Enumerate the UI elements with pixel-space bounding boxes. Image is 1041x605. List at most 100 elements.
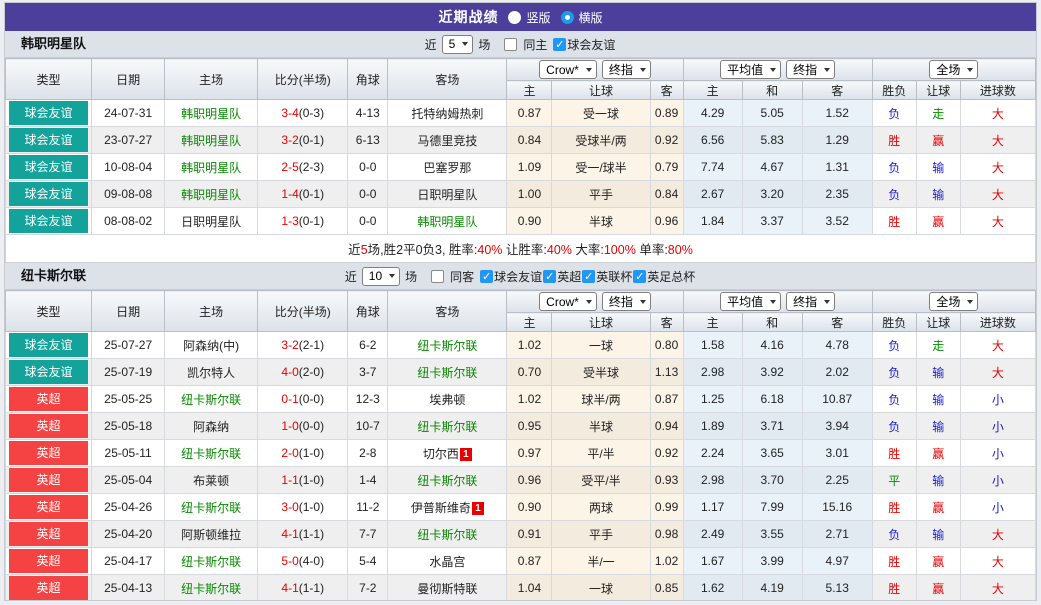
odds-away-cell: 0.98 (650, 521, 683, 548)
away-team-link[interactable]: 纽卡斯尔联 (417, 474, 477, 488)
odds-time-select[interactable]: 终指 (602, 60, 651, 79)
away-team-cell: 纽卡斯尔联 (388, 332, 507, 359)
filter-suffix: 场 (478, 36, 490, 53)
radio-horizontal-icon[interactable] (561, 11, 574, 24)
home-team-link[interactable]: 纽卡斯尔联 (181, 501, 241, 515)
recent-count-select[interactable]: 10 (362, 267, 400, 286)
away-team-link[interactable]: 纽卡斯尔联 (417, 528, 477, 542)
col-home: 主场 (165, 59, 258, 100)
away-team-link[interactable]: 日职明星队 (417, 188, 477, 202)
odds-source-select[interactable]: Crow* (539, 292, 597, 311)
home-team-link[interactable]: 阿森纳(中) (183, 339, 239, 353)
competition-checkbox[interactable]: ✓ (480, 270, 493, 283)
scope-select[interactable]: 全场 (929, 292, 978, 311)
avg-source-select[interactable]: 平均值 (720, 60, 781, 79)
away-team-link[interactable]: 曼彻斯特联 (417, 582, 477, 596)
odds-handicap-cell: 平手 (552, 521, 650, 548)
odds-home-cell: 0.84 (507, 127, 552, 154)
radio-vertical-label: 竖版 (526, 9, 550, 26)
away-team-link[interactable]: 纽卡斯尔联 (417, 339, 477, 353)
avg-draw-cell: 4.16 (742, 332, 802, 359)
away-team-link[interactable]: 托特纳姆热刺 (411, 107, 483, 121)
col-goals-result: 进球数 (960, 81, 1035, 100)
home-team-link[interactable]: 韩职明星队 (181, 161, 241, 175)
odds-home-cell: 0.90 (507, 208, 552, 235)
avg-source-select[interactable]: 平均值 (720, 292, 781, 311)
match-row: 球会友谊25-07-27阿森纳(中)3-2(2-1)6-2纽卡斯尔联1.02一球… (6, 332, 1036, 359)
same-away-checkbox[interactable] (431, 270, 444, 283)
home-team-cell: 纽卡斯尔联 (165, 575, 258, 602)
away-team-link[interactable]: 伊普斯维奇 (411, 501, 471, 515)
corner-cell: 11-2 (348, 494, 388, 521)
odds-time-select[interactable]: 终指 (602, 292, 651, 311)
away-team-link[interactable]: 水晶宫 (429, 555, 465, 569)
score-cell: 4-1(1-1) (258, 575, 348, 602)
away-team-link[interactable]: 纽卡斯尔联 (417, 366, 477, 380)
avg-away-cell: 2.71 (802, 521, 872, 548)
goals-result-cell: 大 (960, 548, 1035, 575)
away-team-cell: 日职明星队 (388, 181, 507, 208)
away-team-link[interactable]: 巴塞罗那 (423, 161, 471, 175)
home-team-link[interactable]: 韩职明星队 (181, 134, 241, 148)
home-team-link[interactable]: 纽卡斯尔联 (181, 582, 241, 596)
team2-name: 纽卡斯尔联 (21, 263, 86, 289)
home-team-cell: 纽卡斯尔联 (165, 386, 258, 413)
score-cell: 5-0(4-0) (258, 548, 348, 575)
home-team-cell: 纽卡斯尔联 (165, 440, 258, 467)
avg-away-cell: 4.97 (802, 548, 872, 575)
home-team-link[interactable]: 阿森纳 (193, 420, 229, 434)
col-corner: 角球 (348, 59, 388, 100)
scope-select[interactable]: 全场 (929, 60, 978, 79)
radio-vertical-icon[interactable] (508, 11, 521, 24)
handicap-result-cell: 输 (916, 386, 960, 413)
home-team-link[interactable]: 韩职明星队 (181, 107, 241, 121)
red-card-badge: 1 (472, 502, 484, 515)
handicap-result-cell: 输 (916, 359, 960, 386)
match-row: 英超25-05-18阿森纳1-0(0-0)10-7纽卡斯尔联0.95半球0.94… (6, 413, 1036, 440)
away-team-link[interactable]: 纽卡斯尔联 (417, 420, 477, 434)
result-cell: 胜 (872, 575, 916, 602)
layout-option-vertical[interactable]: 竖版 (508, 9, 550, 26)
competition-label: 球会友谊 (494, 268, 542, 285)
avg-draw-cell: 3.20 (742, 181, 802, 208)
home-team-cell: 凯尔特人 (165, 359, 258, 386)
col-home: 主场 (165, 291, 258, 332)
goals-result-cell: 小 (960, 440, 1035, 467)
col-avg-home: 主 (683, 81, 742, 100)
away-team-link[interactable]: 切尔西 (423, 447, 459, 461)
competition-checkbox[interactable]: ✓ (543, 270, 556, 283)
away-team-link[interactable]: 马德里竞技 (417, 134, 477, 148)
odds-handicap-cell: 半球 (552, 208, 650, 235)
home-team-link[interactable]: 布莱顿 (193, 474, 229, 488)
layout-option-horizontal[interactable]: 横版 (561, 9, 603, 26)
competition-checkbox[interactable]: ✓ (582, 270, 595, 283)
avg-time-select[interactable]: 终指 (786, 292, 835, 311)
odds-home-cell: 0.96 (507, 467, 552, 494)
avg-draw-cell: 4.19 (742, 575, 802, 602)
odds-away-cell: 0.92 (650, 127, 683, 154)
recent-count-select[interactable]: 5 (442, 35, 474, 54)
col-avg-draw: 和 (742, 313, 802, 332)
home-team-link[interactable]: 阿斯顿维拉 (181, 528, 241, 542)
home-team-link[interactable]: 纽卡斯尔联 (181, 555, 241, 569)
score-cell: 1-0(0-0) (258, 413, 348, 440)
home-team-link[interactable]: 纽卡斯尔联 (181, 447, 241, 461)
away-team-link[interactable]: 埃弗顿 (429, 393, 465, 407)
competition-checkbox[interactable]: ✓ (553, 38, 566, 51)
chevron-down-icon (824, 300, 830, 304)
chevron-down-icon (462, 42, 468, 46)
chevron-down-icon (640, 68, 646, 72)
result-cell: 负 (872, 521, 916, 548)
away-team-link[interactable]: 韩职明星队 (417, 215, 477, 229)
chevron-down-icon (770, 300, 776, 304)
same-home-checkbox[interactable] (504, 38, 517, 51)
home-team-link[interactable]: 韩职明星队 (181, 188, 241, 202)
competition-label: 球会友谊 (567, 36, 615, 53)
home-team-link[interactable]: 凯尔特人 (187, 366, 235, 380)
competition-checkbox[interactable]: ✓ (633, 270, 646, 283)
home-team-link[interactable]: 日职明星队 (181, 215, 241, 229)
avg-time-select[interactable]: 终指 (786, 60, 835, 79)
odds-source-select[interactable]: Crow* (539, 60, 597, 79)
home-team-link[interactable]: 纽卡斯尔联 (181, 393, 241, 407)
col-result: 胜负 (872, 81, 916, 100)
